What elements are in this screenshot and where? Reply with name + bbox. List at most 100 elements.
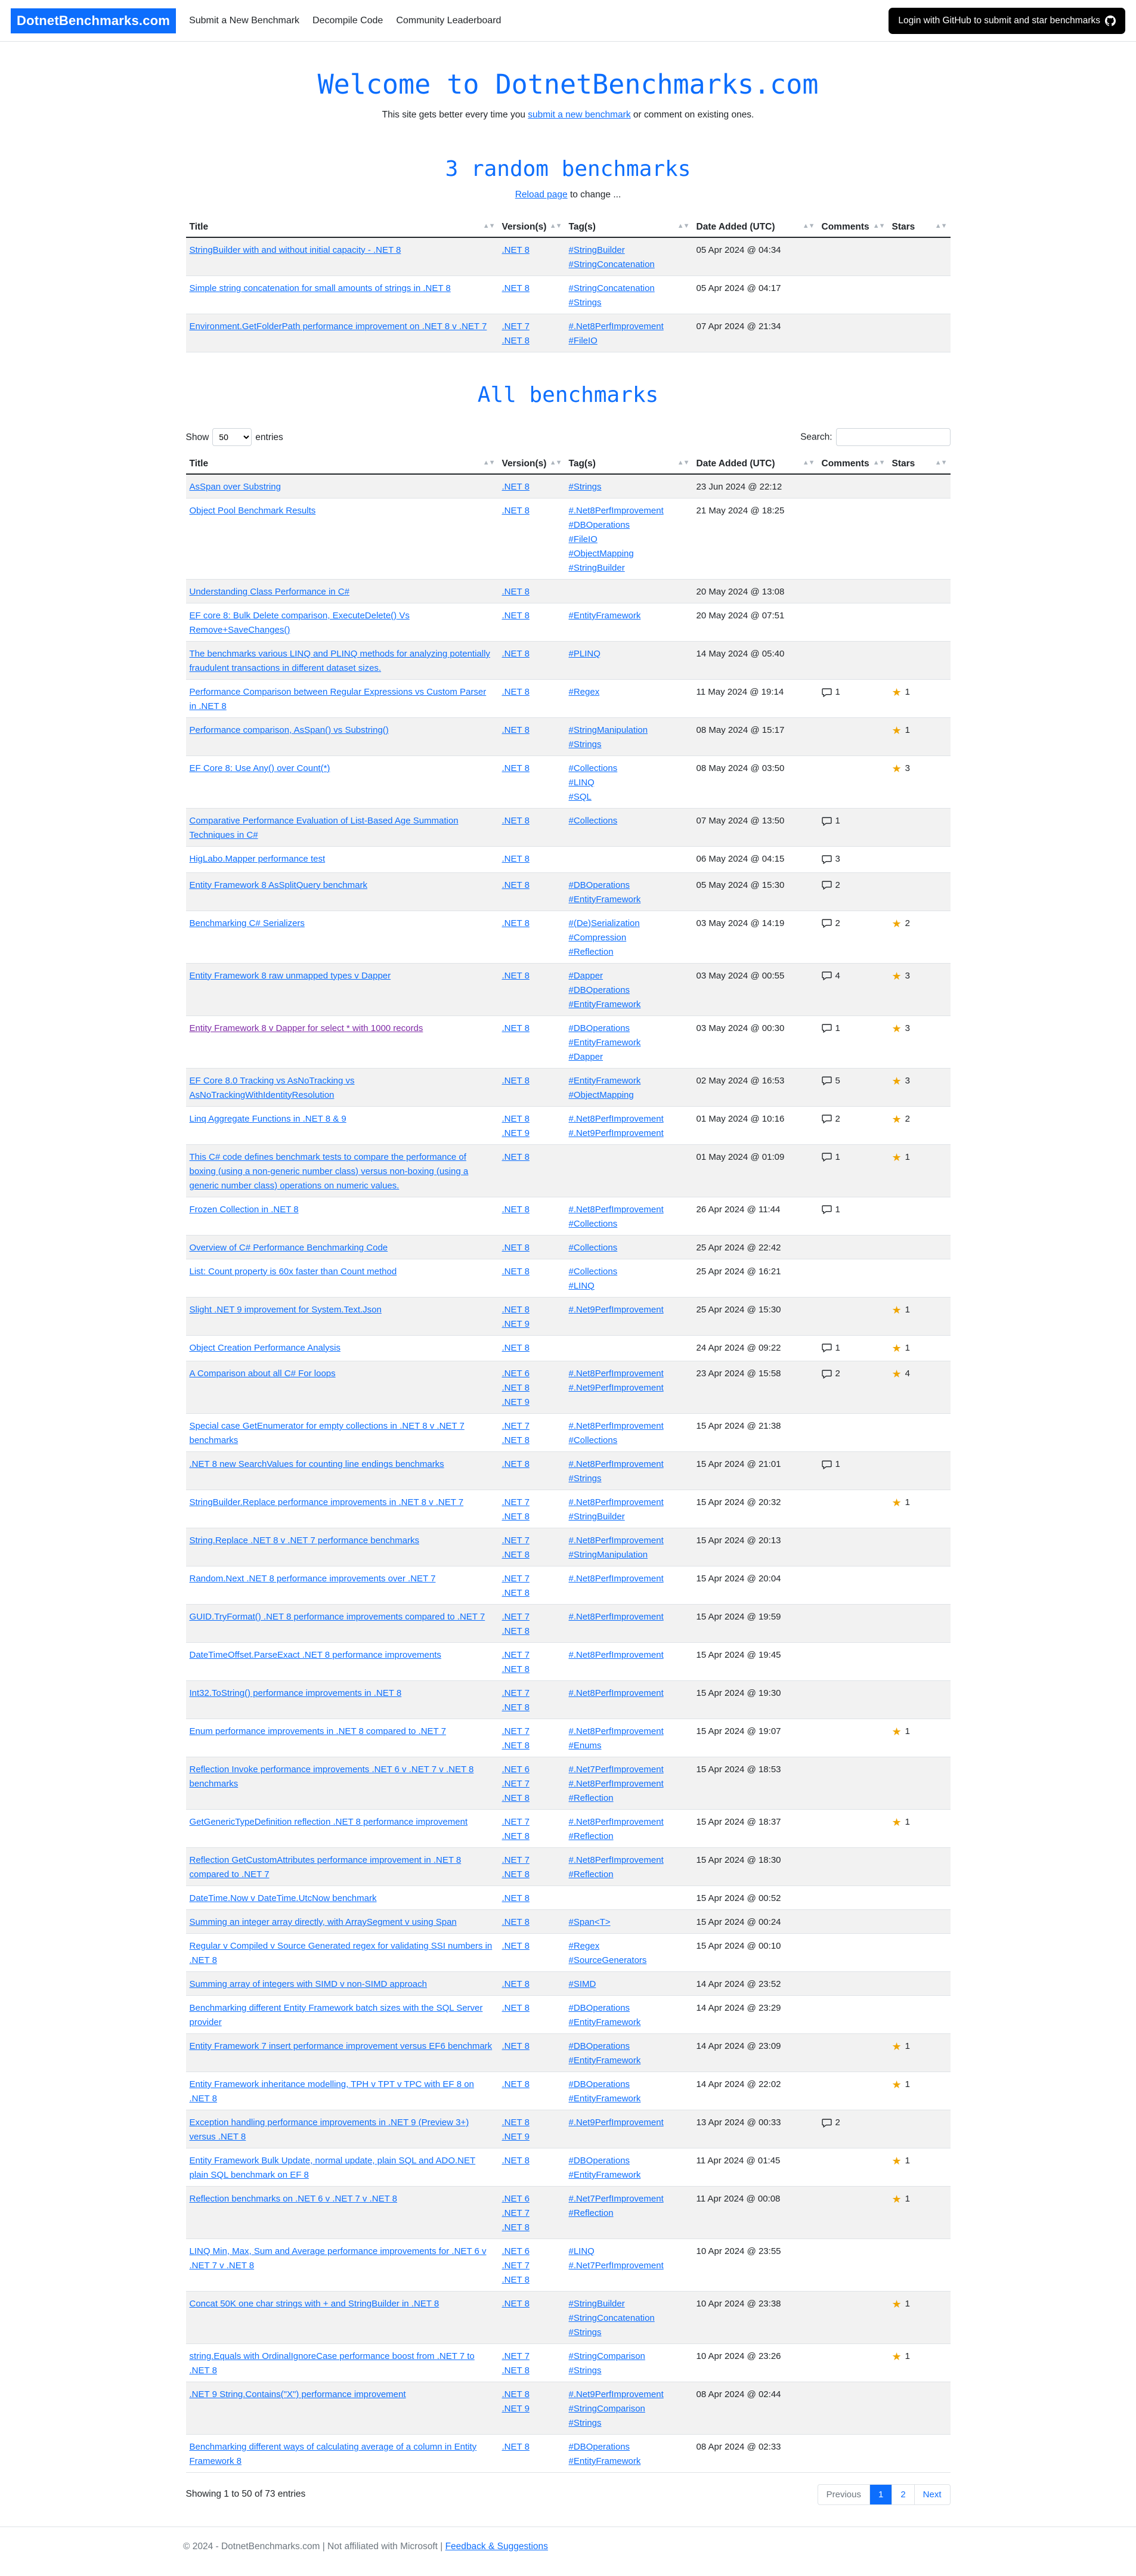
tag-link[interactable]: #.Net8PerfImprovement bbox=[569, 1496, 689, 1510]
benchmark-title-link[interactable]: Slight .NET 9 improvement for System.Tex… bbox=[190, 1303, 495, 1317]
version-link[interactable]: .NET 8 bbox=[502, 480, 562, 494]
tag-link[interactable]: #StringBuilder bbox=[569, 243, 689, 258]
version-link[interactable]: .NET 7 bbox=[502, 1534, 562, 1548]
tag-link[interactable]: #.Net8PerfImprovement bbox=[569, 1203, 689, 1217]
nav-community-leaderboard[interactable]: Community Leaderboard bbox=[396, 16, 501, 26]
version-link[interactable]: .NET 6 bbox=[502, 1367, 562, 1381]
tag-link[interactable]: #.Net9PerfImprovement bbox=[569, 2388, 689, 2402]
version-link[interactable]: .NET 8 bbox=[502, 1150, 562, 1165]
tag-link[interactable]: #Collections bbox=[569, 814, 689, 828]
tag-link[interactable]: #Regex bbox=[569, 1939, 689, 1953]
tag-link[interactable]: #EntityFramework bbox=[569, 2054, 689, 2068]
pager-next[interactable]: Next bbox=[915, 2485, 950, 2504]
column-header[interactable]: Stars ▲▼ bbox=[888, 454, 951, 475]
benchmark-title-link[interactable]: Entity Framework Bulk Update, normal upd… bbox=[190, 2154, 495, 2182]
tag-link[interactable]: #StringBuilder bbox=[569, 2297, 689, 2311]
version-link[interactable]: .NET 9 bbox=[502, 1395, 562, 1410]
tag-link[interactable]: #DBOperations bbox=[569, 2154, 689, 2168]
version-link[interactable]: .NET 8 bbox=[502, 647, 562, 661]
feedback-link[interactable]: Feedback & Suggestions bbox=[445, 2541, 548, 2552]
tag-link[interactable]: #.Net8PerfImprovement bbox=[569, 1686, 689, 1701]
benchmark-title-link[interactable]: A Comparison about all C# For loops bbox=[190, 1367, 495, 1381]
tag-link[interactable]: #(De)Serialization bbox=[569, 917, 689, 931]
version-link[interactable]: .NET 7 bbox=[502, 2206, 562, 2221]
tag-link[interactable]: #SQL bbox=[569, 790, 689, 804]
version-link[interactable]: .NET 8 bbox=[502, 1548, 562, 1562]
column-header[interactable]: Comments ▲▼ bbox=[818, 217, 889, 238]
version-link[interactable]: .NET 8 bbox=[502, 1891, 562, 1906]
benchmark-title-link[interactable]: Overview of C# Performance Benchmarking … bbox=[190, 1241, 495, 1255]
version-link[interactable]: .NET 9 bbox=[502, 1126, 562, 1141]
tag-link[interactable]: #LINQ bbox=[569, 776, 689, 790]
tag-link[interactable]: #EntityFramework bbox=[569, 2168, 689, 2182]
version-link[interactable]: .NET 8 bbox=[502, 1265, 562, 1279]
version-link[interactable]: .NET 8 bbox=[502, 1074, 562, 1088]
tag-link[interactable]: #Regex bbox=[569, 685, 689, 699]
benchmark-title-link[interactable]: GetGenericTypeDefinition reflection .NET… bbox=[190, 1815, 495, 1829]
version-link[interactable]: .NET 8 bbox=[502, 685, 562, 699]
tag-link[interactable]: #.Net8PerfImprovement bbox=[569, 1419, 689, 1433]
version-link[interactable]: .NET 8 bbox=[502, 2154, 562, 2168]
tag-link[interactable]: #StringBuilder bbox=[569, 561, 689, 575]
pager-page-1[interactable]: 1 bbox=[869, 2484, 893, 2504]
version-link[interactable]: .NET 8 bbox=[502, 281, 562, 296]
version-link[interactable]: .NET 6 bbox=[502, 2192, 562, 2206]
tag-link[interactable]: #DBOperations bbox=[569, 2077, 689, 2092]
tag-link[interactable]: #.Net8PerfImprovement bbox=[569, 1724, 689, 1739]
tag-link[interactable]: #StringManipulation bbox=[569, 1548, 689, 1562]
tag-link[interactable]: #StringManipulation bbox=[569, 723, 689, 738]
benchmark-title-link[interactable]: EF Core 8: Use Any() over Count(*) bbox=[190, 761, 495, 776]
tag-link[interactable]: #PLINQ bbox=[569, 647, 689, 661]
tag-link[interactable]: #.Net8PerfImprovement bbox=[569, 1112, 689, 1126]
tag-link[interactable]: #.Net7PerfImprovement bbox=[569, 1763, 689, 1777]
benchmark-title-link[interactable]: Performance comparison, AsSpan() vs Subs… bbox=[190, 723, 495, 738]
tag-link[interactable]: #StringComparison bbox=[569, 2402, 689, 2416]
version-link[interactable]: .NET 8 bbox=[502, 878, 562, 893]
version-link[interactable]: .NET 8 bbox=[502, 2077, 562, 2092]
tag-link[interactable]: #DBOperations bbox=[569, 2440, 689, 2454]
version-link[interactable]: .NET 8 bbox=[502, 917, 562, 931]
version-link[interactable]: .NET 8 bbox=[502, 814, 562, 828]
benchmark-title-link[interactable]: Benchmarking different Entity Framework … bbox=[190, 2001, 495, 2030]
version-link[interactable]: .NET 8 bbox=[502, 1203, 562, 1217]
tag-link[interactable]: #Collections bbox=[569, 1217, 689, 1231]
benchmark-title-link[interactable]: Summing array of integers with SIMD v no… bbox=[190, 1977, 495, 1992]
benchmark-title-link[interactable]: Enum performance improvements in .NET 8 … bbox=[190, 1724, 495, 1739]
submit-benchmark-link[interactable]: submit a new benchmark bbox=[528, 110, 630, 120]
tag-link[interactable]: #.Net9PerfImprovement bbox=[569, 2116, 689, 2130]
tag-link[interactable]: #Dapper bbox=[569, 1050, 689, 1064]
pager-page-2[interactable]: 2 bbox=[892, 2484, 915, 2504]
version-link[interactable]: .NET 6 bbox=[502, 2244, 562, 2259]
tag-link[interactable]: #.Net9PerfImprovement bbox=[569, 1303, 689, 1317]
tag-link[interactable]: #ObjectMapping bbox=[569, 1088, 689, 1103]
version-link[interactable]: .NET 8 bbox=[502, 1915, 562, 1930]
tag-link[interactable]: #Strings bbox=[569, 296, 689, 310]
column-header[interactable]: Tag(s) ▲▼ bbox=[565, 217, 693, 238]
tag-link[interactable]: #.Net8PerfImprovement bbox=[569, 1534, 689, 1548]
tag-link[interactable]: #.Net9PerfImprovement bbox=[569, 1381, 689, 1395]
benchmark-title-link[interactable]: Reflection benchmarks on .NET 6 v .NET 7… bbox=[190, 2192, 495, 2206]
tag-link[interactable]: #DBOperations bbox=[569, 518, 689, 532]
benchmark-title-link[interactable]: Comparative Performance Evaluation of Li… bbox=[190, 814, 495, 843]
tag-link[interactable]: #.Net7PerfImprovement bbox=[569, 2192, 689, 2206]
version-link[interactable]: .NET 8 bbox=[502, 504, 562, 518]
benchmark-title-link[interactable]: StringBuilder.Replace performance improv… bbox=[190, 1496, 495, 1510]
version-link[interactable]: .NET 8 bbox=[502, 1381, 562, 1395]
column-header[interactable]: Date Added (UTC) ▲▼ bbox=[692, 217, 818, 238]
version-link[interactable]: .NET 8 bbox=[502, 2440, 562, 2454]
benchmark-title-link[interactable]: EF core 8: Bulk Delete comparison, Execu… bbox=[190, 609, 495, 637]
version-link[interactable]: .NET 8 bbox=[502, 2221, 562, 2235]
tag-link[interactable]: #EntityFramework bbox=[569, 998, 689, 1012]
column-header[interactable]: Version(s) ▲▼ bbox=[498, 454, 565, 475]
column-header[interactable]: Date Added (UTC) ▲▼ bbox=[692, 454, 818, 475]
tag-link[interactable]: #SourceGenerators bbox=[569, 1953, 689, 1968]
version-link[interactable]: .NET 7 bbox=[502, 1777, 562, 1791]
tag-link[interactable]: #.Net8PerfImprovement bbox=[569, 1367, 689, 1381]
version-link[interactable]: .NET 8 bbox=[502, 1662, 562, 1677]
version-link[interactable]: .NET 8 bbox=[502, 1433, 562, 1448]
benchmark-title-link[interactable]: DateTime.Now v DateTime.UtcNow benchmark bbox=[190, 1891, 495, 1906]
version-link[interactable]: .NET 8 bbox=[502, 1457, 562, 1472]
benchmark-title-link[interactable]: Environment.GetFolderPath performance im… bbox=[190, 320, 495, 334]
version-link[interactable]: .NET 8 bbox=[502, 723, 562, 738]
column-header[interactable]: Stars ▲▼ bbox=[888, 217, 951, 238]
